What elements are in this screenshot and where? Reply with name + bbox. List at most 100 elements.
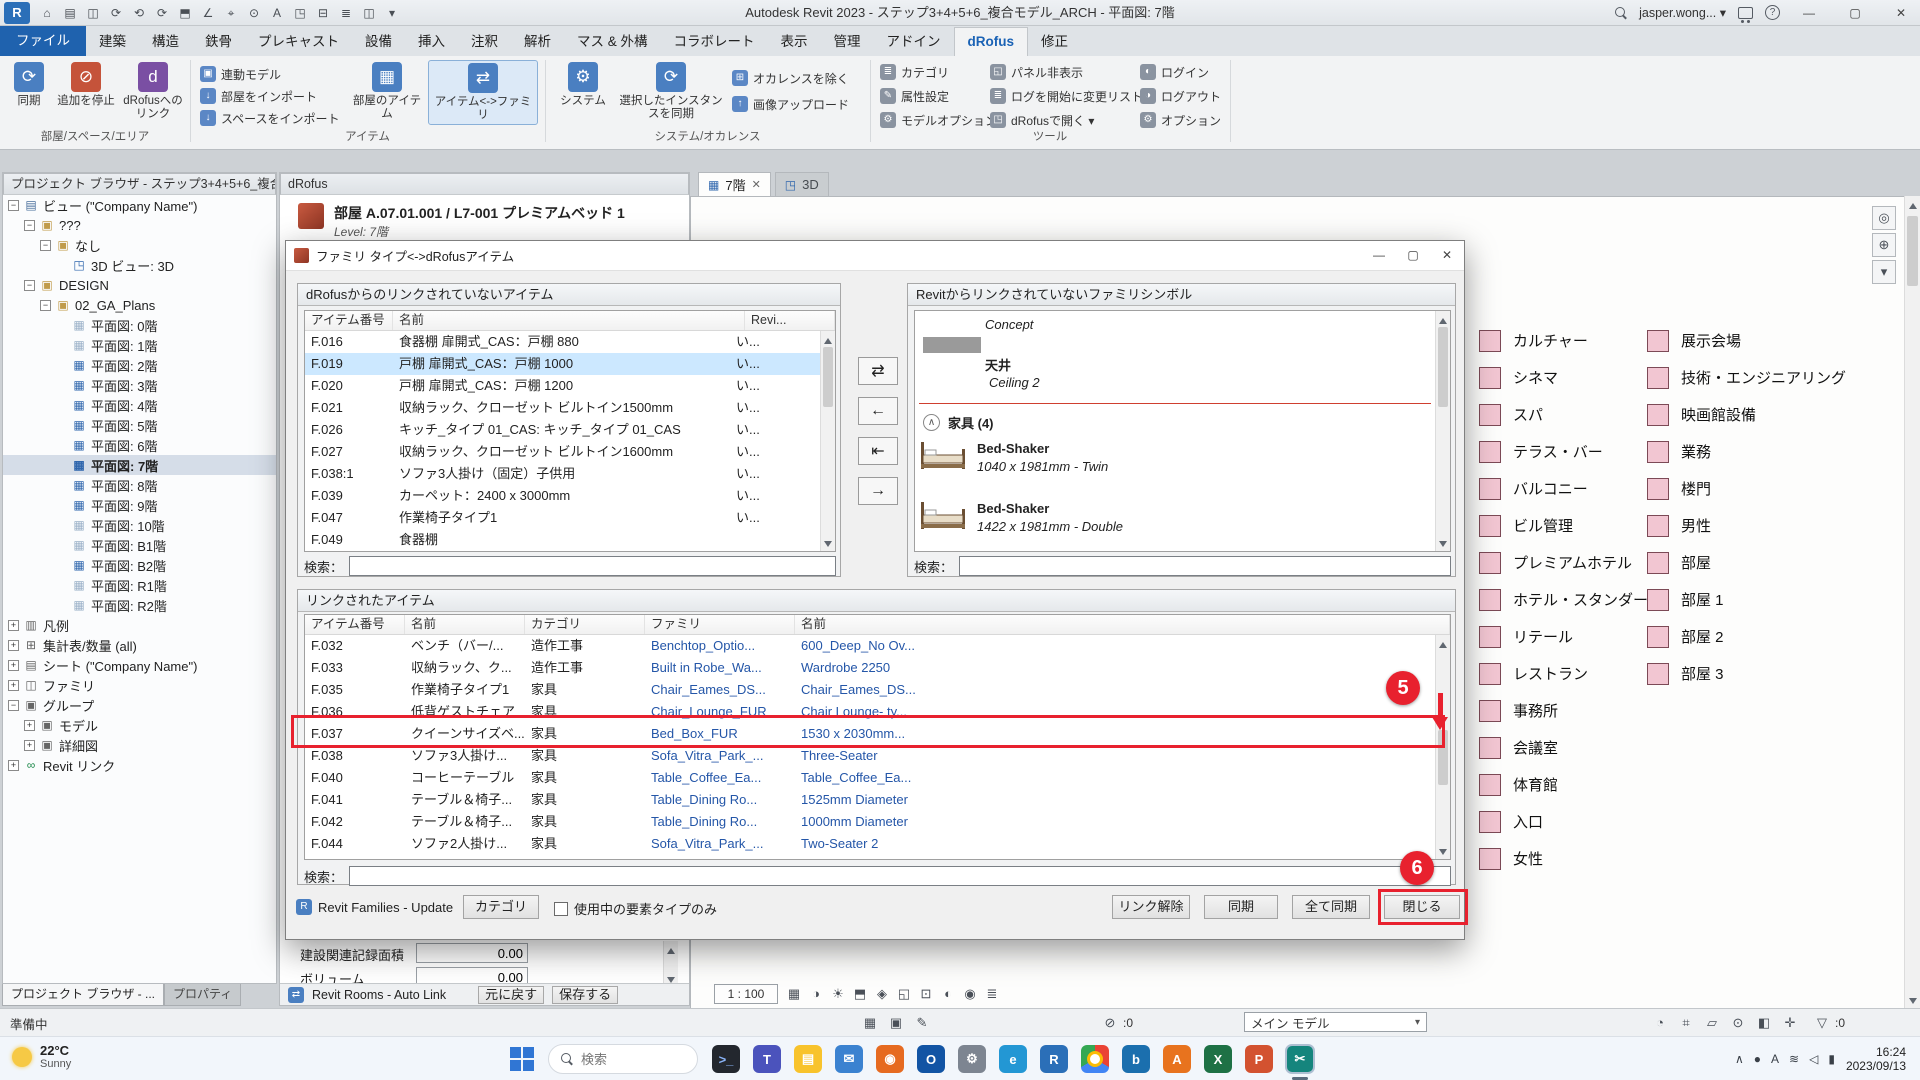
dialog-maximize-button[interactable]: ▢: [1396, 241, 1430, 270]
import-spaces-button[interactable]: ↓ スペースをインポート: [200, 108, 340, 128]
unlinked-drofus-search-input[interactable]: [349, 556, 836, 576]
steering-wheel-icon[interactable]: ◎: [1872, 206, 1896, 230]
ime-icon[interactable]: A: [1771, 1052, 1779, 1066]
minimize-button[interactable]: —: [1792, 0, 1826, 26]
swap-link-button[interactable]: ⇄: [858, 357, 898, 385]
rendering-icon[interactable]: ◈: [872, 984, 892, 1004]
ribbon-tab[interactable]: dRofus: [954, 27, 1029, 56]
ribbon-tab[interactable]: 鉄骨: [192, 28, 245, 56]
temporary-hide-icon[interactable]: ◐: [938, 984, 958, 1004]
dialog-close-button[interactable]: ✕: [1430, 241, 1464, 270]
tree-item[interactable]: − ▣ グループ: [3, 695, 276, 715]
save-icon[interactable]: ◫: [82, 3, 104, 23]
ribbon-tab[interactable]: 表示: [768, 28, 821, 56]
onedrive-icon[interactable]: ●: [1754, 1052, 1761, 1066]
stop-adding-button[interactable]: ⊘ 追加を停止: [56, 62, 116, 108]
logout-button[interactable]: ◑ ログアウト: [1140, 86, 1221, 106]
table-scrollbar[interactable]: [820, 331, 835, 551]
tree-item[interactable]: ▦ 平面図: B2階: [3, 555, 276, 575]
tree-item[interactable]: + ▥ 凡例: [3, 615, 276, 635]
tree-item[interactable]: + ▣ モデル: [3, 715, 276, 735]
print-icon[interactable]: ⬒: [174, 3, 196, 23]
tree-expander-icon[interactable]: +: [24, 740, 35, 751]
drag-selection-icon[interactable]: ✛: [1780, 1013, 1800, 1033]
taskbar-search[interactable]: [548, 1044, 698, 1074]
detail-level-icon[interactable]: ▦: [784, 984, 804, 1004]
login-button[interactable]: ◐ ログイン: [1140, 62, 1209, 82]
filter-icon[interactable]: ▽: [1812, 1013, 1832, 1033]
category-button[interactable]: ≣ カテゴリ: [880, 62, 949, 82]
select-links-icon[interactable]: ⌗: [1676, 1013, 1696, 1033]
tree-item[interactable]: ▦ 平面図: 4階: [3, 395, 276, 415]
edge-icon[interactable]: e: [999, 1045, 1027, 1073]
tree-item[interactable]: + ⊞ 集計表/数量 (all): [3, 635, 276, 655]
ribbon-tab[interactable]: 修正: [1028, 28, 1081, 56]
unlinked-item-row[interactable]: F.027 収納ラック、クローゼット ビルトイン1600mm い...: [305, 441, 820, 463]
active-model-select[interactable]: メイン モデル ▾: [1244, 1012, 1427, 1032]
open-icon[interactable]: ▤: [59, 3, 81, 23]
start-button[interactable]: [510, 1047, 534, 1071]
canvas-scrollbar[interactable]: [1904, 196, 1920, 1008]
tree-item[interactable]: ▦ 平面図: 0階: [3, 315, 276, 335]
drofus-link-button[interactable]: d dRofusへのリンク: [118, 62, 188, 121]
settings-icon[interactable]: ⚙: [958, 1045, 986, 1073]
app-menu-button[interactable]: R: [4, 2, 30, 24]
linked-item-row[interactable]: F.044 ソファ2人掛け... 家具 Sofa_Vitra_Park_... …: [305, 833, 1435, 855]
tree-expander-icon[interactable]: −: [24, 220, 35, 231]
bluebeam-icon[interactable]: b: [1122, 1045, 1150, 1073]
category-filter-button[interactable]: カテゴリ: [463, 895, 539, 919]
editable-only-icon[interactable]: ✎: [912, 1013, 932, 1033]
visual-style-icon[interactable]: ◑: [806, 984, 826, 1004]
tree-item[interactable]: ▦ 平面図: 5階: [3, 415, 276, 435]
tree-item[interactable]: ▦ 平面図: 7階: [3, 455, 276, 475]
linked-item-row[interactable]: F.040 コーヒーテーブル 家具 Table_Coffee_Ea... Tab…: [305, 767, 1435, 789]
column-header[interactable]: カテゴリ: [525, 615, 645, 634]
revit-icon[interactable]: R: [1040, 1045, 1068, 1073]
palette-tab[interactable]: プロパティ: [164, 984, 241, 1006]
tree-item[interactable]: − ▣ なし: [3, 235, 276, 255]
family-symbol-row[interactable]: Bed-Shaker 1040 x 1981mm - Twin: [919, 435, 1123, 495]
tree-expander-icon[interactable]: −: [24, 280, 35, 291]
dialog-title-bar[interactable]: ファミリ タイプ<->dRofusアイテム — ▢ ✕: [286, 241, 1464, 271]
column-header[interactable]: ファミリ: [645, 615, 795, 634]
save-button[interactable]: 保存する: [552, 986, 618, 1004]
customize-qat-icon[interactable]: ▾: [381, 3, 403, 23]
account-menu[interactable]: jasper.wong... ▾: [1639, 5, 1726, 20]
ribbon-tab[interactable]: プレキャスト: [245, 28, 352, 56]
switch-windows-icon[interactable]: ◫: [358, 3, 380, 23]
select-by-face-icon[interactable]: ◧: [1754, 1013, 1774, 1033]
text-icon[interactable]: A: [266, 3, 288, 23]
ribbon-tab[interactable]: アドイン: [874, 28, 954, 56]
ribbon-tab[interactable]: 注釈: [458, 28, 511, 56]
item-family-button[interactable]: ⇄ アイテム<->ファミリ: [428, 60, 538, 125]
unlinked-item-row[interactable]: F.049 食器棚: [305, 529, 820, 551]
mail-icon[interactable]: ✉: [835, 1045, 863, 1073]
undo-button[interactable]: 元に戻す: [478, 986, 544, 1004]
file-explorer-icon[interactable]: ▤: [794, 1045, 822, 1073]
scroll-up-icon[interactable]: [1439, 314, 1447, 324]
scrollbar-thumb[interactable]: [823, 347, 833, 407]
battery-icon[interactable]: ▮: [1828, 1052, 1835, 1066]
open-in-drofus-button[interactable]: ◳ dRofusで開く ▾: [990, 110, 1094, 130]
adobe-icon[interactable]: A: [1163, 1045, 1191, 1073]
aligned-dimension-icon[interactable]: ⌖: [220, 3, 242, 23]
scroll-down-icon[interactable]: [1439, 541, 1447, 551]
column-header[interactable]: アイテム番号: [305, 311, 393, 330]
attribute-settings-button[interactable]: ✎ 属性設定: [880, 86, 949, 106]
view-tab-7kai[interactable]: ▦ 7階 ✕: [698, 172, 771, 196]
view-tab-3d[interactable]: ◳ 3D: [775, 172, 829, 196]
scroll-down-icon[interactable]: [824, 541, 832, 551]
tree-item[interactable]: ▦ 平面図: 8階: [3, 475, 276, 495]
import-rooms-button[interactable]: ↓ 部屋をインポート: [200, 86, 317, 106]
linked-item-row[interactable]: F.035 作業椅子タイプ1 家具 Chair_Eames_DS... Chai…: [305, 679, 1435, 701]
linked-item-row[interactable]: F.038 ソファ3人掛け... 家具 Sofa_Vitra_Park_... …: [305, 745, 1435, 767]
shadows-icon[interactable]: ⬒: [850, 984, 870, 1004]
wifi-icon[interactable]: ≋: [1789, 1052, 1799, 1066]
system-button[interactable]: ⚙ システム: [552, 62, 614, 108]
project-browser-title[interactable]: プロジェクト ブラウザ - ステップ3+4+5+6_複合モデ...: [3, 173, 276, 195]
ribbon-tab[interactable]: コラボレート: [661, 28, 768, 56]
taskbar-search-input[interactable]: [581, 1052, 681, 1067]
tree-item[interactable]: ▦ 平面図: 3階: [3, 375, 276, 395]
column-header[interactable]: Revi...: [745, 311, 835, 330]
tree-expander-icon[interactable]: +: [24, 720, 35, 731]
